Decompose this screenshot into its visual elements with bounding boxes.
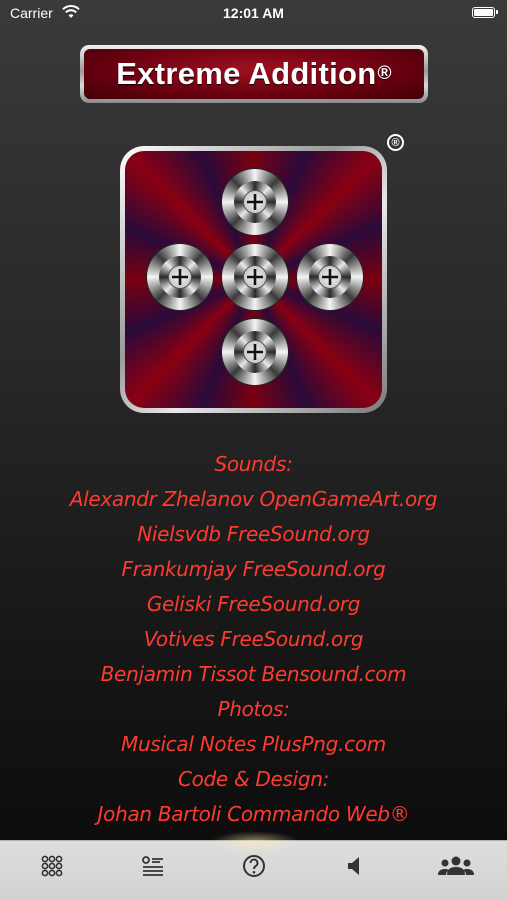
credit-line: Benjamin Tissot Bensound.com [100,662,407,686]
speaker-icon [348,857,359,875]
app-logo [120,146,387,413]
title-banner: Extreme Addition ® [80,45,428,103]
tab-list-button[interactable] [138,851,168,881]
app-title: Extreme Addition [116,56,377,91]
title-registered-mark: ® [377,63,392,84]
credit-line: Frankumjay FreeSound.org [121,557,386,581]
tab-bar [0,831,507,900]
credit-line: Musical Notes PlusPng.com [121,732,386,756]
plus-knob-bottom [222,319,288,385]
tab-bar-glow [210,831,300,853]
credit-heading-photos: Photos: [217,697,290,721]
logo-registered-mark: ® [387,134,404,151]
tab-people-button[interactable] [436,851,476,881]
credit-heading-code-design: Code & Design: [177,767,330,791]
help-icon [243,855,265,877]
credit-line: Johan Bartoli Commando Web® [97,802,410,826]
credit-line: Geliski FreeSound.org [146,592,361,616]
credit-line: Nielsvdb FreeSound.org [137,522,370,546]
list-icon [142,856,163,876]
plus-cross-logo-icon [125,151,382,408]
people-icon [438,856,474,875]
tab-sound-button[interactable] [340,851,370,881]
plus-knob-left [147,244,213,310]
battery-icon [472,7,498,18]
credit-heading-sounds: Sounds: [214,452,293,476]
credits-list: Sounds: Alexandr Zhelanov OpenGameArt.or… [0,447,507,832]
grid-icon [41,855,63,877]
plus-knob-top [222,169,288,235]
plus-knob-center [222,244,288,310]
plus-knob-right [297,244,363,310]
credit-line: Votives FreeSound.org [143,627,364,651]
title-inner: Extreme Addition ® [84,49,424,99]
tab-help-button[interactable] [239,851,269,881]
status-bar: Carrier 12:01 AM [0,0,507,30]
credit-line: Alexandr Zhelanov OpenGameArt.org [69,487,438,511]
tab-grid-button[interactable] [37,851,67,881]
clock: 12:01 AM [223,5,284,21]
